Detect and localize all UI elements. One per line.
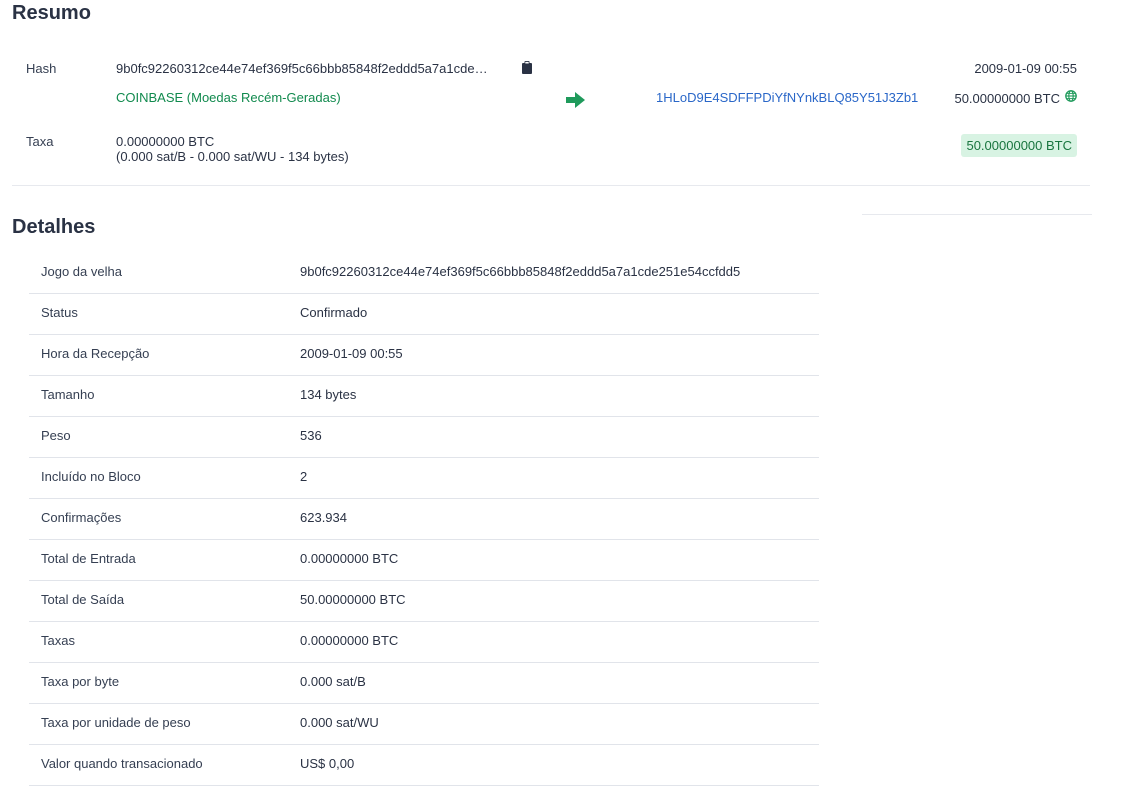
detail-label: Confirmações	[41, 510, 122, 525]
detail-row-fees: Taxas 0.00000000 BTC	[29, 622, 819, 663]
detail-row-total-input: Total de Entrada 0.00000000 BTC	[29, 540, 819, 581]
detail-row-value-when-transacted: Valor quando transacionado US$ 0,00	[29, 745, 819, 786]
detail-row-block: Incluído no Bloco 2	[29, 458, 819, 499]
block-link[interactable]: 2	[300, 469, 307, 484]
detail-label: Status	[41, 305, 78, 320]
detail-row-fee-per-weight: Taxa por unidade de peso 0.000 sat/WU	[29, 704, 819, 745]
detail-label: Taxa por unidade de peso	[41, 715, 191, 730]
globe-icon[interactable]	[1065, 90, 1077, 102]
detail-label: Incluído no Bloco	[41, 469, 141, 484]
detail-value: US$ 0,00	[300, 756, 355, 771]
side-divider	[862, 214, 1092, 215]
detail-row-confirmations: Confirmações 623.934	[29, 499, 819, 540]
fee-label: Taxa	[26, 134, 54, 149]
fee-detail: (0.000 sat/B - 0.000 sat/WU - 134 bytes)	[116, 149, 349, 164]
details-title: Detalhes	[12, 216, 96, 238]
detail-label: Peso	[41, 428, 71, 443]
detail-label: Valor quando transacionado	[41, 756, 203, 771]
total-amount-badge: 50.00000000 BTC	[961, 134, 1077, 157]
detail-row-txid: Jogo da velha 9b0fc92260312ce44e74ef369f…	[29, 253, 819, 294]
detail-label: Taxa por byte	[41, 674, 120, 689]
detail-label: Tamanho	[41, 387, 95, 402]
arrow-right-icon	[566, 92, 585, 108]
detail-value: 623.934	[300, 510, 347, 525]
detail-label: Taxas	[41, 633, 75, 648]
hash-label: Hash	[26, 61, 57, 76]
summary-title: Resumo	[12, 2, 91, 24]
detail-value: 0.00000000 BTC	[300, 633, 399, 648]
detail-row-weight: Peso 536	[29, 417, 819, 458]
summary-timestamp: 2009-01-09 00:55	[974, 61, 1077, 76]
hash-value[interactable]: 9b0fc92260312ce44e74ef369f5c66bbb85848f2…	[116, 61, 488, 76]
detail-value-txid: 9b0fc92260312ce44e74ef369f5c66bbb85848f2…	[300, 264, 741, 279]
detail-value: 2009-01-09 00:55	[300, 346, 403, 361]
detail-value: 0.000 sat/B	[300, 674, 366, 689]
summary-divider	[12, 185, 1090, 186]
detail-label: Hora da Recepção	[41, 346, 150, 361]
detail-row-fee-per-byte: Taxa por byte 0.000 sat/B	[29, 663, 819, 704]
detail-row-received-time: Hora da Recepção 2009-01-09 00:55	[29, 335, 819, 376]
detail-row-status: Status Confirmado	[29, 294, 819, 335]
detail-value: 134 bytes	[300, 387, 357, 402]
detail-value: 50.00000000 BTC	[300, 592, 406, 607]
detail-value: 0.00000000 BTC	[300, 551, 399, 566]
detail-row-size: Tamanho 134 bytes	[29, 376, 819, 417]
detail-value: 536	[300, 428, 322, 443]
coinbase-input: COINBASE (Moedas Recém-Geradas)	[116, 90, 341, 105]
detail-label: Jogo da velha	[41, 264, 122, 279]
output-amount: 50.00000000 BTC	[954, 91, 1060, 106]
details-table: Jogo da velha 9b0fc92260312ce44e74ef369f…	[29, 253, 819, 786]
clipboard-icon[interactable]	[522, 61, 532, 74]
detail-row-total-output: Total de Saída 50.00000000 BTC	[29, 581, 819, 622]
detail-label: Total de Entrada	[41, 551, 136, 566]
fee-value: 0.00000000 BTC	[116, 134, 215, 149]
detail-value: 0.000 sat/WU	[300, 715, 379, 730]
output-address-link[interactable]: 1HLoD9E4SDFFPDiYfNYnkBLQ85Y51J3Zb1	[656, 90, 918, 105]
detail-label: Total de Saída	[41, 592, 125, 607]
status-value: Confirmado	[300, 305, 368, 320]
